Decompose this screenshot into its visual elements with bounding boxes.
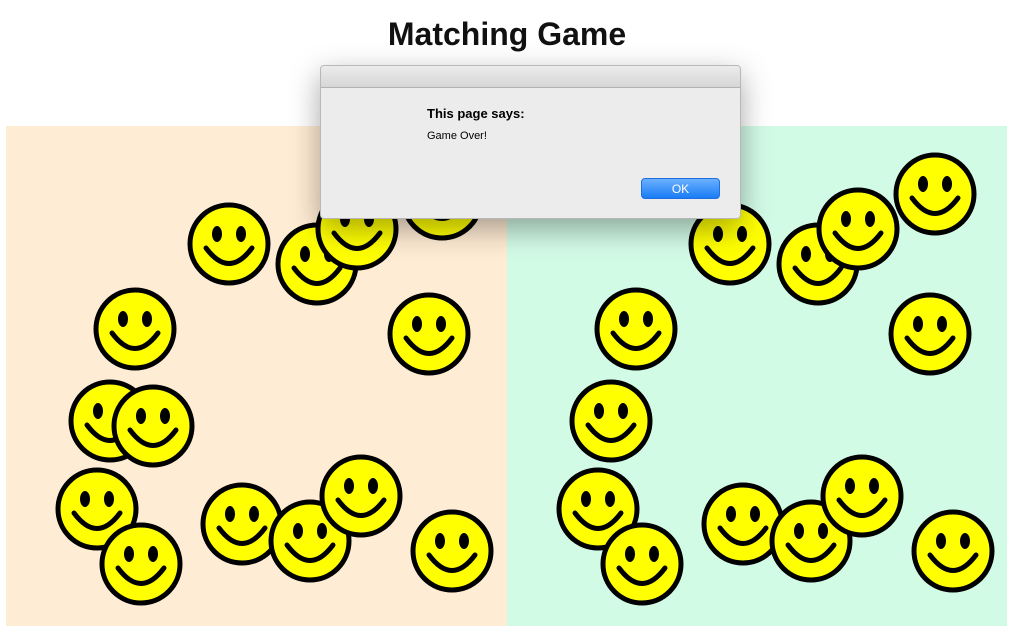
smiley-face-icon: [568, 378, 654, 464]
smiley-face-icon: [599, 521, 685, 607]
smiley-face-icon[interactable]: [110, 383, 196, 469]
dialog-message: Game Over!: [427, 130, 487, 142]
dialog-heading: This page says:: [427, 106, 525, 121]
alert-dialog: This page says: Game Over! OK: [320, 65, 741, 219]
smiley-face-icon: [819, 453, 905, 539]
smiley-face-icon: [815, 186, 901, 272]
smiley-face-icon: [593, 286, 679, 372]
smiley-face-icon[interactable]: [386, 291, 472, 377]
smiley-face-icon: [887, 291, 973, 377]
matching-game-page: Matching Game This page says: Game Over!…: [0, 0, 1014, 632]
dialog-titlebar: [321, 66, 740, 88]
smiley-face-icon[interactable]: [92, 286, 178, 372]
smiley-face-icon[interactable]: [98, 521, 184, 607]
ok-button[interactable]: OK: [641, 178, 720, 199]
smiley-face-icon[interactable]: [318, 453, 404, 539]
smiley-face-icon: [910, 508, 996, 594]
smiley-face-icon[interactable]: [409, 508, 495, 594]
smiley-face-icon: [892, 151, 978, 237]
page-title: Matching Game: [387, 16, 627, 52]
smiley-face-icon[interactable]: [186, 201, 272, 287]
